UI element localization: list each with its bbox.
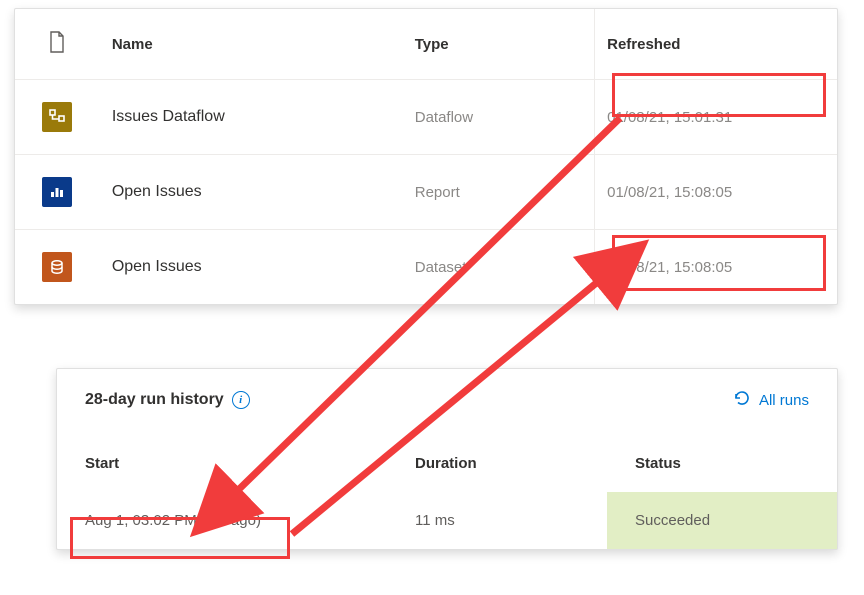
run-history-table: Start Duration Status Aug 1, 03:02 PM (3… (57, 435, 837, 549)
table-row[interactable]: Issues Dataflow Dataflow 01/08/21, 15:01… (15, 80, 837, 155)
run-status: Succeeded (635, 512, 710, 529)
item-type: Dataflow (415, 109, 473, 126)
header-refreshed[interactable]: Refreshed (595, 9, 837, 80)
items-table: Name Type Refreshed Issues Dataflow Data… (15, 9, 837, 304)
item-refreshed: 01/08/21, 15:08:05 (607, 259, 732, 276)
run-history-panel: 28-day run history i All runs Start Dura… (56, 368, 838, 550)
table-row[interactable]: Open Issues Dataset 01/08/21, 15:08:05 (15, 230, 837, 305)
dataset-icon (42, 252, 72, 282)
item-name[interactable]: Open Issues (112, 183, 202, 200)
run-history-title: 28-day run history i (85, 391, 250, 409)
run-duration: 11 ms (415, 512, 455, 529)
items-panel: Name Type Refreshed Issues Dataflow Data… (14, 8, 838, 305)
report-icon (42, 177, 72, 207)
item-name[interactable]: Issues Dataflow (112, 108, 225, 125)
info-icon[interactable]: i (232, 391, 250, 409)
all-runs-label: All runs (759, 392, 809, 409)
header-duration[interactable]: Duration (387, 435, 607, 492)
item-type: Dataset (415, 259, 467, 276)
refresh-icon (733, 389, 751, 411)
header-start[interactable]: Start (57, 435, 387, 492)
all-runs-link[interactable]: All runs (733, 389, 809, 411)
header-name[interactable]: Name (100, 9, 403, 80)
table-row[interactable]: Open Issues Report 01/08/21, 15:08:05 (15, 155, 837, 230)
dataflow-icon (42, 102, 72, 132)
item-type: Report (415, 184, 460, 201)
run-start: Aug 1, 03:02 PM (3 h ago) (85, 512, 261, 529)
item-refreshed: 01/08/21, 15:08:05 (607, 184, 732, 201)
item-refreshed: 01/08/21, 15:01:31 (607, 109, 732, 126)
document-icon (48, 40, 66, 57)
table-row[interactable]: Aug 1, 03:02 PM (3 h ago) 11 ms Succeede… (57, 492, 837, 549)
header-status[interactable]: Status (607, 435, 837, 492)
header-icon (15, 9, 100, 80)
item-name[interactable]: Open Issues (112, 258, 202, 275)
header-type[interactable]: Type (403, 9, 595, 80)
run-history-title-text: 28-day run history (85, 391, 224, 409)
